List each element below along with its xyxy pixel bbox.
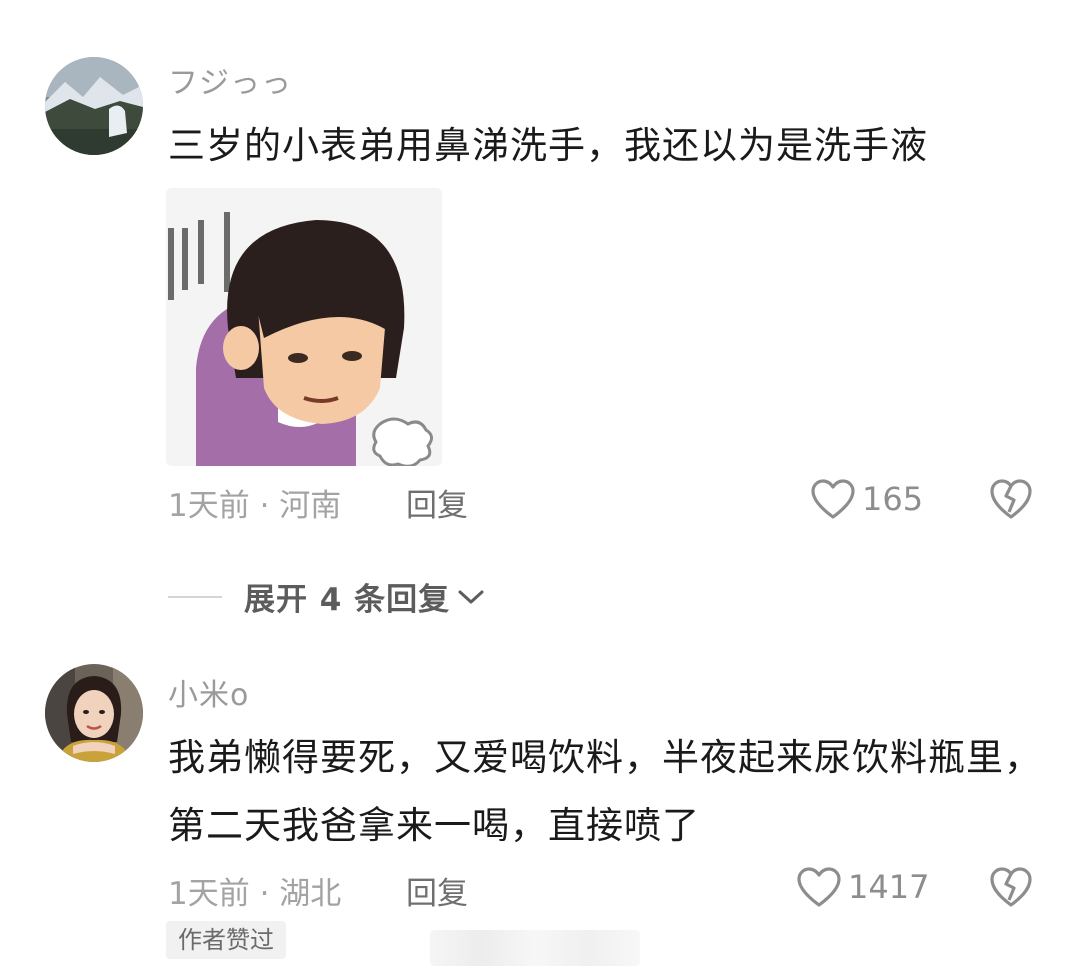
chevron-down-icon <box>458 590 484 603</box>
username[interactable]: フジっっ <box>168 58 292 102</box>
dislike-button[interactable] <box>989 478 1033 524</box>
reply-button[interactable]: 回复 <box>406 868 468 913</box>
girl-bowing-meme-sticker-icon <box>166 188 442 466</box>
heart-icon <box>797 867 841 907</box>
expand-replies-button[interactable]: 展开 4 条回复 <box>168 574 486 619</box>
avatar[interactable] <box>45 664 143 762</box>
reply-button[interactable]: 回复 <box>406 480 468 525</box>
like-count: 1417 <box>848 868 930 906</box>
dislike-button[interactable] <box>989 866 1033 912</box>
watermark <box>430 930 640 966</box>
broken-heart-icon <box>990 479 1032 519</box>
author-liked-badge: 作者赞过 <box>166 921 286 959</box>
woman-portrait-avatar-icon <box>45 664 143 762</box>
like-button[interactable]: 1417 <box>796 866 929 908</box>
username[interactable]: 小米o <box>168 670 249 714</box>
heart-icon <box>811 479 855 519</box>
comment-text: 三岁的小表弟用鼻涕洗手，我还以为是洗手液 <box>168 124 928 167</box>
sticker-image[interactable] <box>166 188 442 466</box>
like-count: 165 <box>862 480 924 518</box>
time-location: 1天前 · 湖北 <box>168 876 342 912</box>
mountain-landscape-avatar-icon <box>45 57 143 155</box>
divider <box>168 595 222 598</box>
expand-replies-label: 展开 4 条回复 <box>244 582 451 618</box>
avatar[interactable] <box>45 57 143 155</box>
broken-heart-icon <box>990 867 1032 907</box>
like-button[interactable]: 165 <box>810 478 923 520</box>
time-location: 1天前 · 河南 <box>168 488 342 524</box>
comment-text: 我弟懒得要死，又爱喝饮料，半夜起来尿饮料瓶里，第二天我爸拿来一喝，直接喷了 <box>168 736 1042 847</box>
